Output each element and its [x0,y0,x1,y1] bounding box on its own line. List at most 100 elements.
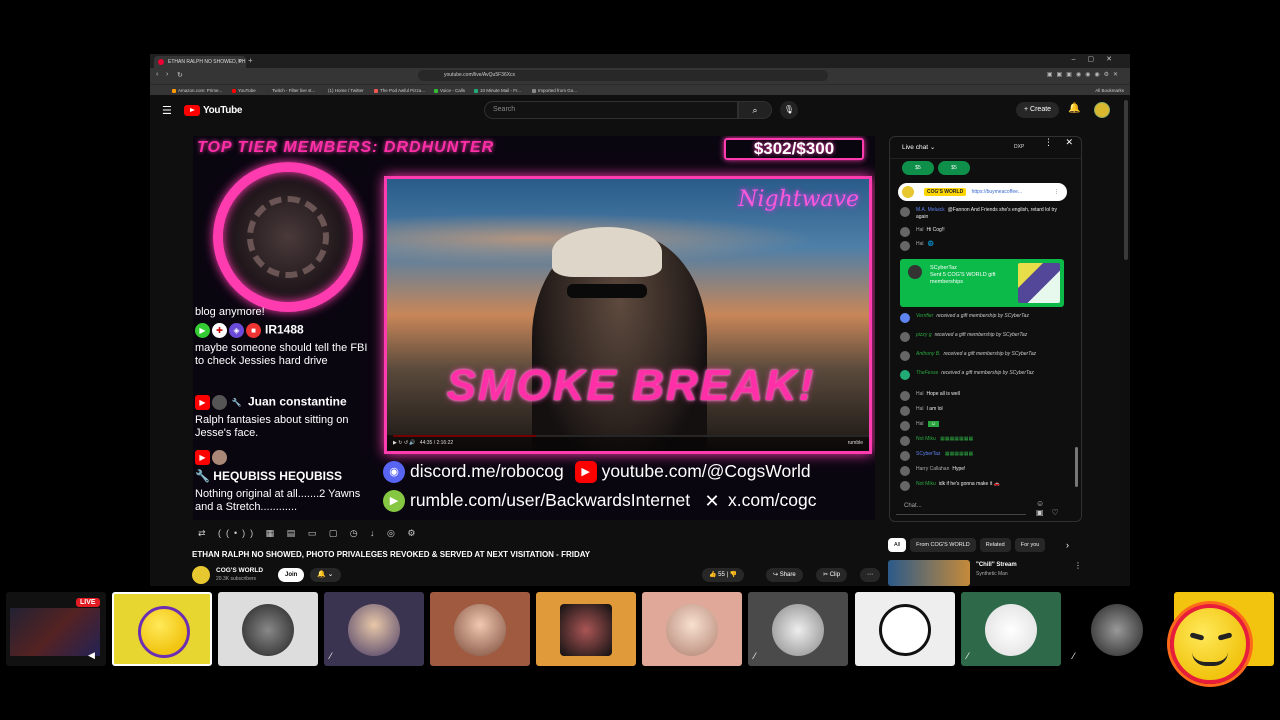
window-controls[interactable]: –▢✕ [1072,55,1124,63]
chat-avatar [900,451,910,461]
subscription-bell-button[interactable]: 🔔 ⌄ [310,568,341,582]
overlay-chat-user: 🔧 HEQUBISS HEQUBISS [195,469,342,483]
dxp-badge[interactable]: DXP [1014,144,1024,150]
participant-avatar [879,604,931,656]
new-tab-icon[interactable]: + [248,56,253,66]
channel-avatar[interactable] [192,566,210,584]
participant-avatar [772,604,824,656]
chat-close-icon[interactable]: ✕ [1065,137,1073,148]
bookmark-item[interactable]: (1) Home / Twitter [322,86,364,95]
rumble-badge-icon: ▶ [195,323,210,338]
pinned-message[interactable]: COG'S WORLD https://buymeacoffee... ⋮ [898,183,1067,201]
reload-icon[interactable]: ↻ [177,71,183,79]
bookmark-item[interactable]: 10 Minute Mail - Fr... [474,86,521,95]
chat-avatar [900,207,910,217]
bookmark-item[interactable]: Twitch - Filter live st... [266,86,315,95]
forward-icon[interactable]: › [166,71,168,78]
chat-avatar [900,227,910,237]
overlay-chat-user: ▶ ✚ ◈ ■ IR1488 [195,323,375,338]
page-scrollbar[interactable] [1124,100,1128,260]
recommended-title[interactable]: "Chill" Stream [976,562,1017,568]
search-button[interactable]: ⌕ [738,101,772,119]
youtube-badge-icon: ▶ [195,395,210,410]
cogs-smiley-avatar [138,606,190,658]
participant-avatar [348,604,400,656]
notifications-icon[interactable]: 🔔 [1068,103,1080,114]
super-chat-ticker: $5 $5 [902,161,970,175]
user-badges: ▶ [195,450,227,465]
account-avatar[interactable] [1094,102,1110,118]
participant-tile[interactable]: ⁄ [324,592,424,666]
chat-message: Hal I am lol [900,406,1068,416]
bookmark-item[interactable]: Amazon.com: Prime... [172,86,222,95]
all-bookmarks[interactable]: All Bookmarks [1095,86,1124,95]
channel-name[interactable]: COG'S WORLD [216,567,263,574]
super-chat-chip[interactable]: $5 [938,161,970,175]
chat-avatar [900,313,910,323]
player-extension-controls[interactable]: ⇄ ((•)) ▦ ▤ ▭ ▢ ◷ ↓ ◎ ⚙ [198,528,420,539]
super-chat-chip[interactable]: $5 [902,161,934,175]
chat-avatar [900,241,910,251]
participant-tile[interactable] [112,592,212,666]
more-icon[interactable]: ⋮ [1054,183,1059,201]
recommended-channel[interactable]: Synthetic Man [976,571,1008,577]
video-player[interactable]: TOP TIER MEMBERS: DRDHUNTER $302/$300 bl… [193,136,875,520]
chip-from-channel[interactable]: From COG'S WORLD [910,538,976,552]
chip-related[interactable]: Related [979,538,1011,552]
chat-message: Harry Callahan Hype! [900,466,1068,476]
search-input[interactable]: Search [484,101,738,119]
bookmark-item[interactable]: The Pod Awful Pizza... [374,86,425,95]
participant-tile[interactable] [218,592,318,666]
avatar-badge-icon [212,450,227,465]
participant-tile[interactable] [855,592,955,666]
chevron-down-icon: ⌄ [929,144,936,151]
bookmark-item[interactable]: Imported from Go... [532,86,577,95]
chat-more-icon[interactable]: ⋮ [1044,137,1053,148]
browser-tab[interactable]: ETHAN RALPH NO SHOWED, PH ✕ [154,56,246,68]
url-field[interactable]: youtube.com/live/AvQu5F36Xcs [418,70,828,81]
like-button[interactable]: 👍 55 | 👎 [702,568,745,582]
bookmark-item[interactable]: Voice - Calls [434,86,465,95]
chip-for-you[interactable]: For you [1014,538,1046,552]
participant-tile[interactable]: ⁄ [1067,592,1167,666]
chevron-right-icon[interactable]: › [1066,538,1069,552]
bookmark-item[interactable]: YouTube [232,86,256,95]
close-tab-icon[interactable]: ✕ [237,56,242,68]
participant-tile[interactable] [642,592,742,666]
user-badges: ▶ 🔧 [195,395,244,410]
more-actions-button[interactable]: ⋯ [860,568,880,582]
participant-tile[interactable] [430,592,530,666]
chip-all[interactable]: All [888,538,907,552]
clip-button[interactable]: ✂ Clip [816,568,848,582]
participant-tile[interactable]: ⁄ [748,592,848,666]
address-bar-row: ‹ › ↻ youtube.com/live/AvQu5F36Xcs ▣▣▣◉◉… [150,68,1130,84]
back-icon[interactable]: ‹ [156,71,158,78]
chat-avatar [900,391,910,401]
join-button[interactable]: Join [278,568,305,582]
menu-icon[interactable]: ☰ [162,104,172,117]
discord-icon: ◉ [383,461,405,484]
overlay-chat-line: blog anymore! [195,306,265,318]
participant-avatar [666,604,718,656]
chat-message: Hal Hi Cog!! [900,227,1068,237]
chat-message: Not Miku idk if he's gonna make it 🚗 [900,481,1068,491]
more-icon[interactable]: ⋮ [1074,561,1082,570]
speaker-muted-icon: ◀ [88,650,95,660]
create-button[interactable]: + Create [1016,102,1060,118]
youtube-logo[interactable]: YouTube [184,104,243,116]
participant-tile[interactable]: ⁄ [961,592,1061,666]
top-tier-banner: TOP TIER MEMBERS: DRDHUNTER [197,139,495,156]
chat-message: Hal Hope all is well [900,391,1068,401]
chat-scrollbar[interactable] [1075,447,1078,487]
recommendation-chips: All From COG'S WORLD Related For you [888,538,1046,552]
participant-tile[interactable] [536,592,636,666]
extension-icons[interactable]: ▣▣▣◉◉◉⚙✕ [1047,71,1122,78]
share-button[interactable]: ↪ Share [766,568,803,582]
chat-input-icons[interactable]: ☺▣♡ [1036,499,1081,517]
participant-avatar [560,604,612,656]
voice-search-button[interactable]: 🎙 [780,101,798,119]
chat-message: Verrifier received a gift membership by S… [900,313,1068,323]
recommended-thumbnail[interactable] [888,560,970,586]
chat-input[interactable]: Chat... [896,497,1026,515]
camera-frame: Nightwave SMOKE BREAK! ▶ ↻ ↺ 🔊 44:35 / 2… [384,176,872,454]
